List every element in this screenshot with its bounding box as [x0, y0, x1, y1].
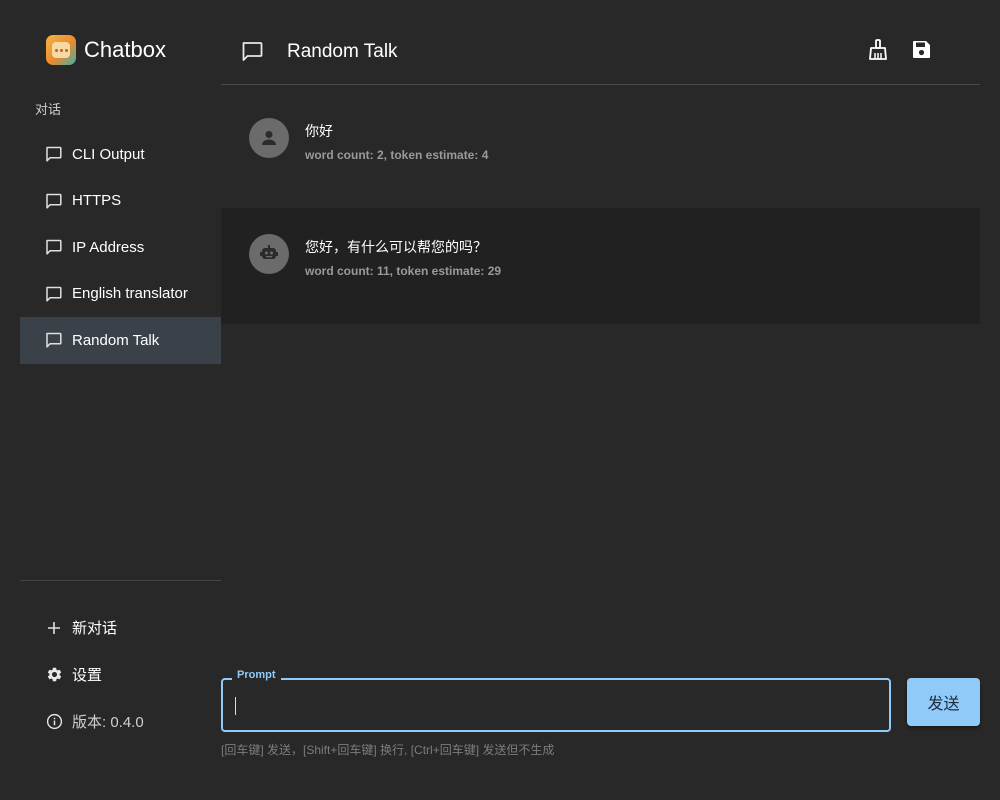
conversation-item-cli-output[interactable]: CLI Output: [20, 131, 221, 178]
chat-bubble-icon: [45, 192, 63, 210]
chat-bubble-icon: [45, 331, 63, 349]
floppy-disk-icon: [912, 40, 931, 64]
message-user: 你好 word count: 2, token estimate: 4: [221, 92, 980, 208]
sidebar-bottom-menu: 新对话 设置 版本: 0.4.0: [20, 604, 221, 745]
send-button[interactable]: 发送: [907, 678, 980, 726]
conversation-label: Random Talk: [72, 331, 160, 349]
conversation-label: CLI Output: [72, 145, 145, 163]
conversations-section-label: 对话: [35, 102, 62, 117]
new-chat-button[interactable]: 新对话: [20, 604, 221, 651]
keyboard-hint: [回车键] 发送，[Shift+回车键] 换行, [Ctrl+回车键] 发送但不…: [221, 743, 555, 757]
message-text: 你好: [305, 123, 333, 139]
chat-bubble-icon: [45, 285, 63, 303]
settings-label: 设置: [72, 667, 103, 684]
message-meta: word count: 11, token estimate: 29: [305, 264, 502, 278]
message-meta: word count: 2, token estimate: 4: [305, 148, 489, 162]
chatbox-app: Chatbox 对话 CLI Output HTTPS IP Address E…: [0, 0, 1000, 800]
brand: Chatbox: [46, 35, 166, 65]
sidebar: Chatbox 对话 CLI Output HTTPS IP Address E…: [20, 0, 221, 800]
chat-title: Random Talk: [287, 41, 398, 62]
conversation-item-https[interactable]: HTTPS: [20, 178, 221, 225]
conversation-label: HTTPS: [72, 192, 122, 210]
conversation-label: IP Address: [72, 238, 145, 256]
conversation-item-english-translator[interactable]: English translator: [20, 271, 221, 318]
chatbox-logo-icon: [46, 35, 76, 65]
message-text: 您好，有什么可以帮您的吗？: [305, 239, 487, 255]
chat-bubble-icon: [241, 41, 263, 61]
new-chat-label: 新对话: [72, 620, 118, 637]
version-info: 版本: 0.4.0: [20, 698, 221, 745]
sidebar-divider: [20, 580, 221, 581]
save-button[interactable]: [909, 40, 933, 64]
text-cursor: [235, 697, 236, 715]
conversation-item-ip-address[interactable]: IP Address: [20, 224, 221, 271]
settings-button[interactable]: 设置: [20, 651, 221, 698]
prompt-input[interactable]: [223, 680, 889, 730]
chat-bubble-icon: [45, 145, 63, 163]
user-avatar-icon: [249, 118, 289, 158]
conversation-list: CLI Output HTTPS IP Address English tran…: [20, 131, 221, 364]
message-assistant: 您好，有什么可以帮您的吗？ word count: 11, token esti…: [221, 208, 980, 324]
clean-messages-button[interactable]: [866, 38, 890, 66]
broom-icon: [868, 38, 888, 66]
conversation-item-random-talk[interactable]: Random Talk: [20, 317, 221, 364]
chat-bubble-icon: [45, 238, 63, 256]
robot-avatar-icon: [249, 234, 289, 274]
info-icon: [45, 713, 63, 731]
plus-icon: [45, 619, 63, 637]
chat-header: Random Talk: [221, 0, 980, 85]
message-list: 你好 word count: 2, token estimate: 4 您好，有…: [221, 92, 980, 324]
app-name: Chatbox: [84, 37, 166, 62]
version-label: 版本: 0.4.0: [72, 714, 144, 731]
gear-icon: [45, 666, 63, 684]
prompt-field: Prompt: [221, 669, 891, 732]
conversation-label: English translator: [72, 285, 188, 303]
